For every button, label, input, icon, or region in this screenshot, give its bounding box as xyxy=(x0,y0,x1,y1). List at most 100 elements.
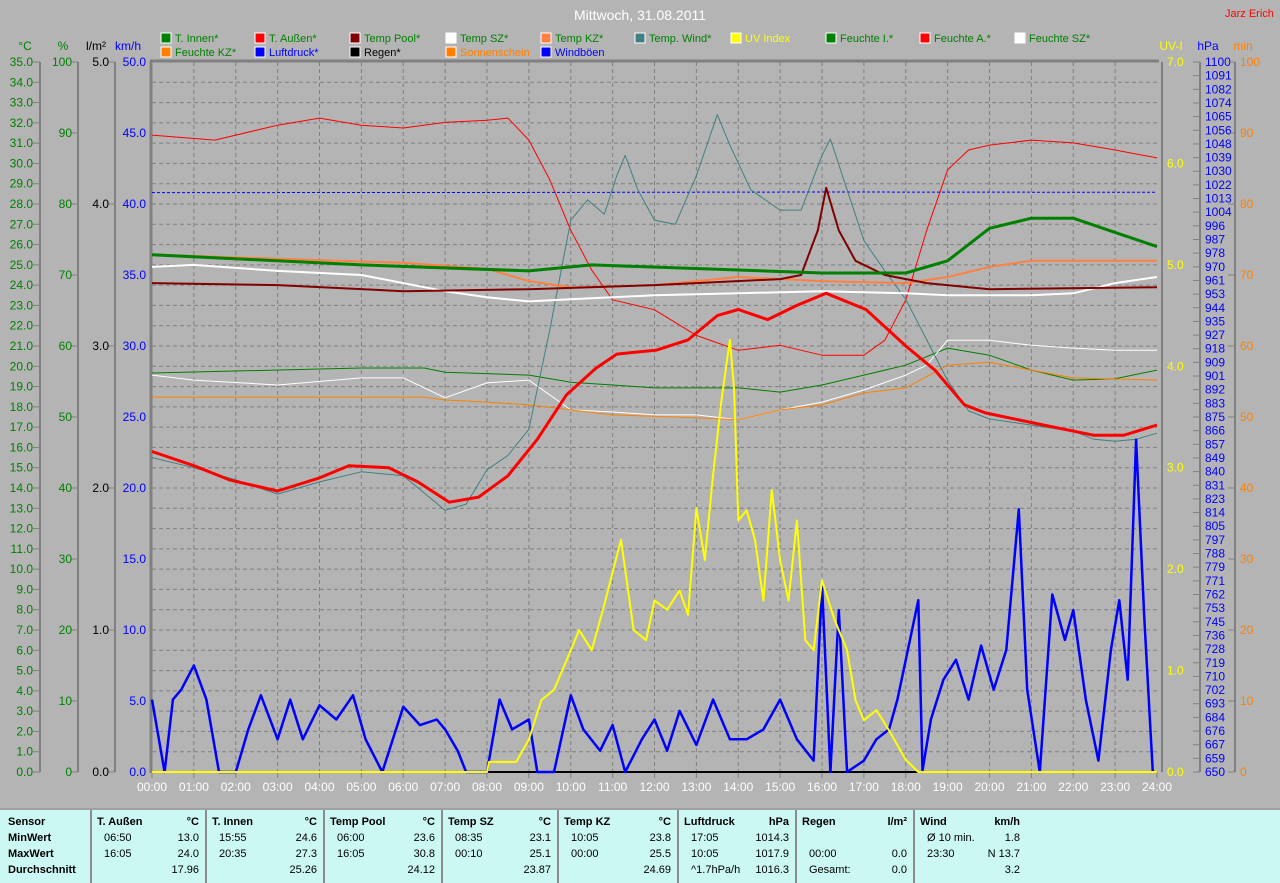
legend-item: Temp SZ* xyxy=(445,32,509,45)
legend-item: Windböen xyxy=(540,46,605,59)
stats-value: 25.26 xyxy=(289,864,317,876)
stats-value: 13.0 xyxy=(177,832,199,844)
wind-tick-label: 25.0 xyxy=(123,410,147,424)
x-tick-label: 01:00 xyxy=(179,780,209,794)
humidity-tick-label: 40 xyxy=(59,481,73,495)
stats-time: 00:00 xyxy=(809,848,837,860)
stats-column: Regen l/m² 00:00 0.0 Gesamt: 0.0 xyxy=(795,810,915,883)
stats-time: 10:05 xyxy=(571,832,599,844)
temp-tick-label: 28.0 xyxy=(10,197,34,211)
pressure-tick-label: 1100 xyxy=(1205,55,1231,69)
stats-value: 24.6 xyxy=(295,832,317,844)
pressure-tick-label: 771 xyxy=(1205,574,1225,588)
pressure-tick-label: 918 xyxy=(1205,342,1225,356)
uv-axis-unit: UV-I xyxy=(1159,39,1182,53)
stats-column: T. Außen °C 06:50 13.0 16:05 24.0 17.96 xyxy=(90,810,207,883)
legend-label: UV Index xyxy=(745,33,791,45)
pressure-tick-label: 1056 xyxy=(1205,123,1232,137)
legend-label: Temp Pool* xyxy=(364,33,421,45)
x-tick-label: 19:00 xyxy=(933,780,963,794)
pressure-tick-label: 736 xyxy=(1205,628,1225,642)
pressure-tick-label: 987 xyxy=(1205,233,1225,247)
pressure-tick-label: 779 xyxy=(1205,560,1225,574)
rain-axis-unit: l/m² xyxy=(86,39,106,53)
stats-column: T. Innen °C 15:55 24.6 20:35 27.3 25.26 xyxy=(205,810,325,883)
pressure-tick-label: 857 xyxy=(1205,437,1225,451)
stats-time: 00:00 xyxy=(571,848,599,860)
humidity-tick-label: 60 xyxy=(59,339,73,353)
wind-tick-label: 0.0 xyxy=(129,765,146,779)
stats-column-unit: °C xyxy=(658,816,671,828)
wind-tick-label: 20.0 xyxy=(123,481,147,495)
uv-tick-label: 4.0 xyxy=(1167,359,1184,373)
pressure-tick-label: 788 xyxy=(1205,547,1225,561)
humidity-tick-label: 30 xyxy=(59,552,73,566)
temp-tick-label: 18.0 xyxy=(10,400,34,414)
pressure-tick-label: 1013 xyxy=(1205,192,1232,206)
pressure-tick-label: 693 xyxy=(1205,697,1225,711)
temp-tick-label: 10.0 xyxy=(10,562,34,576)
legend-swatch xyxy=(349,46,361,58)
stats-value: 30.8 xyxy=(413,848,435,860)
pressure-tick-label: 814 xyxy=(1205,506,1225,520)
wind-tick-label: 45.0 xyxy=(123,126,147,140)
x-tick-label: 03:00 xyxy=(263,780,293,794)
legend-swatch xyxy=(254,32,266,44)
legend-label: Feuchte KZ* xyxy=(175,47,237,59)
pressure-tick-label: 659 xyxy=(1205,751,1225,765)
stats-column: Luftdruck hPa 17:05 1014.3 10:05 1017.9 ^1.7hP… xyxy=(677,810,797,883)
pressure-tick-label: 961 xyxy=(1205,273,1225,287)
stats-column: Temp KZ °C 10:05 23.8 00:00 25.5 24.69 xyxy=(557,810,679,883)
stats-value: N 13.7 xyxy=(987,848,1020,860)
stats-value: 1014.3 xyxy=(755,832,789,844)
legend-swatch xyxy=(445,32,457,44)
uv-tick-label: 0.0 xyxy=(1167,765,1184,779)
stats-time: Ø 10 min. xyxy=(927,832,975,844)
temp-tick-label: 27.0 xyxy=(10,217,34,231)
stats-time: 06:50 xyxy=(104,832,132,844)
humidity-axis-unit: % xyxy=(58,39,69,53)
temp-tick-label: 32.0 xyxy=(10,116,34,130)
temp-tick-label: 35.0 xyxy=(10,55,34,69)
sun-tick-label: 90 xyxy=(1240,126,1254,140)
legend-label: Regen* xyxy=(364,47,401,59)
stats-row-labels: Sensor MinWert MaxWert Durchschnitt xyxy=(0,810,90,883)
stats-time: 23:30 xyxy=(927,848,955,860)
stats-value: 23.6 xyxy=(413,832,435,844)
temp-tick-label: 16.0 xyxy=(10,440,34,454)
sun-tick-label: 0 xyxy=(1240,765,1247,779)
legend-item: T. Außen* xyxy=(254,32,317,45)
pressure-tick-label: 866 xyxy=(1205,424,1225,438)
uv-tick-label: 6.0 xyxy=(1167,156,1184,170)
stats-column-name: Temp KZ xyxy=(564,816,611,828)
stats-value: 25.1 xyxy=(529,848,551,860)
axes: °C 0.0 1.0 2.0 3.0 4.0 5.0 6.0 7.0 8.0 9.0 10.0 11.0… xyxy=(10,39,1261,794)
wind-tick-label: 30.0 xyxy=(123,339,147,353)
legend-label: Temp KZ* xyxy=(555,33,604,45)
legend-label: Luftdruck* xyxy=(269,47,319,59)
legend-label: Windböen xyxy=(555,47,605,59)
sun-tick-label: 50 xyxy=(1240,410,1254,424)
stats-value: 0.0 xyxy=(891,848,907,860)
pressure-tick-label: 797 xyxy=(1205,533,1225,547)
temp-tick-label: 25.0 xyxy=(10,258,34,272)
legend-swatch xyxy=(540,46,552,58)
humidity-tick-label: 90 xyxy=(59,126,73,140)
uv-tick-label: 1.0 xyxy=(1167,664,1184,678)
pressure-tick-label: 970 xyxy=(1205,260,1225,274)
x-tick-label: 05:00 xyxy=(346,780,376,794)
x-tick-label: 04:00 xyxy=(304,780,334,794)
stats-column-name: Temp SZ xyxy=(448,816,494,828)
x-tick-label: 24:00 xyxy=(1142,780,1172,794)
sun-axis-unit: min xyxy=(1233,39,1252,53)
temp-tick-label: 9.0 xyxy=(16,582,33,596)
stats-time: 20:35 xyxy=(219,848,247,860)
humidity-tick-label: 100 xyxy=(52,55,72,69)
temp-tick-label: 3.0 xyxy=(16,704,33,718)
stats-column: Wind km/h Ø 10 min. 1.8 23:30 N 13.7 3.2 xyxy=(913,810,1032,883)
legend-swatch xyxy=(634,32,646,44)
pressure-tick-label: 1065 xyxy=(1205,110,1232,124)
stats-column-unit: °C xyxy=(538,816,551,828)
temp-tick-label: 6.0 xyxy=(16,643,33,657)
sun-tick-label: 10 xyxy=(1240,694,1254,708)
